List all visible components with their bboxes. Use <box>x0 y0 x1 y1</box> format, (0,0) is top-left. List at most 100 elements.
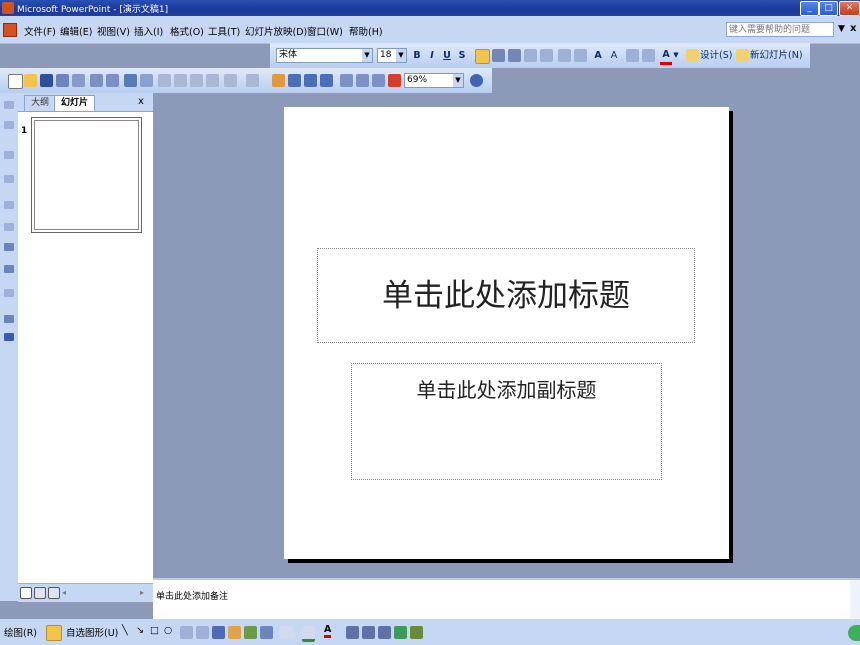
minimize-button[interactable]: _ <box>800 1 819 16</box>
close-document-button[interactable]: x <box>850 23 856 34</box>
dash-style-icon[interactable] <box>362 626 375 639</box>
numbered-list-icon[interactable] <box>558 49 571 62</box>
help-dropdown-icon[interactable]: ▼ <box>838 24 845 34</box>
color-grayscale-icon[interactable] <box>388 74 401 87</box>
document-icon[interactable] <box>3 23 17 37</box>
slide-sorter-icon[interactable] <box>34 587 46 599</box>
spelling-icon[interactable] <box>124 74 137 87</box>
line-color-icon[interactable] <box>302 626 315 642</box>
new-document-icon[interactable] <box>8 74 23 89</box>
zoom-select[interactable]: 69% ▼ <box>404 73 464 88</box>
powerpoint-app-icon[interactable] <box>2 2 14 14</box>
chevron-down-icon[interactable]: ▼ <box>672 48 680 63</box>
notes-placeholder[interactable]: 单击此处添加备注 <box>156 589 228 602</box>
slide-thumbnail[interactable] <box>31 117 142 233</box>
vertical-textbox-icon[interactable] <box>196 626 209 639</box>
slide-canvas[interactable]: 单击此处添加标题 单击此处添加副标题 <box>284 107 729 559</box>
arrow-style-icon[interactable] <box>378 626 391 639</box>
textbox-icon[interactable] <box>180 626 193 639</box>
collapse-icon[interactable] <box>4 201 14 209</box>
chevron-down-icon[interactable]: ▼ <box>453 74 463 87</box>
show-formatting-icon[interactable] <box>4 315 14 323</box>
normal-view-icon[interactable] <box>20 587 32 599</box>
expand-all-icon[interactable] <box>4 265 14 273</box>
wordart-icon[interactable] <box>212 626 225 639</box>
scroll-right-icon[interactable]: ▸ <box>140 585 144 600</box>
panel-close-button[interactable]: x <box>138 96 144 107</box>
subtitle-placeholder[interactable]: 单击此处添加副标题 <box>351 363 662 480</box>
line-icon[interactable]: ╲ <box>122 625 128 636</box>
summary-slide-icon[interactable] <box>4 289 14 297</box>
bold-button[interactable]: B <box>412 48 422 63</box>
fill-color-icon[interactable] <box>280 626 293 639</box>
move-down-icon[interactable] <box>4 175 14 183</box>
chevron-down-icon[interactable]: ▼ <box>396 49 406 62</box>
chevron-down-icon[interactable]: ▼ <box>362 49 372 62</box>
font-select[interactable]: 宋体 ▼ <box>276 48 373 63</box>
tables-borders-icon[interactable] <box>304 74 317 87</box>
help-search-input[interactable]: 键入需要帮助的问题 <box>726 22 834 37</box>
notes-pane[interactable]: 单击此处添加备注 <box>153 578 860 621</box>
select-objects-icon[interactable] <box>46 625 62 641</box>
oval-icon[interactable]: ○ <box>164 625 172 636</box>
menu-format[interactable]: 格式(O) <box>170 24 204 38</box>
move-up-icon[interactable] <box>4 151 14 159</box>
menu-slideshow[interactable]: 幻灯片放映(D) <box>245 24 307 38</box>
diagram-icon[interactable] <box>228 626 241 639</box>
arrow-icon[interactable]: ↘ <box>136 625 144 636</box>
hyperlink-icon[interactable] <box>320 74 333 87</box>
font-color-icon[interactable]: A <box>324 625 332 638</box>
toolbar-options-icon[interactable] <box>4 333 14 341</box>
expand-icon[interactable] <box>4 223 14 231</box>
clipart-icon[interactable] <box>244 626 257 639</box>
print-icon[interactable] <box>90 74 103 87</box>
email-icon[interactable] <box>72 74 85 87</box>
copy-icon[interactable] <box>174 74 187 87</box>
expand-all-icon[interactable] <box>340 74 353 87</box>
design-button[interactable]: 设计(S) <box>700 48 732 63</box>
italic-button[interactable]: I <box>427 48 437 63</box>
menu-window[interactable]: 窗口(W) <box>307 24 343 38</box>
font-color-icon[interactable]: A <box>660 47 672 65</box>
scroll-left-icon[interactable]: ◂ <box>62 585 66 600</box>
redo-icon[interactable] <box>246 74 259 87</box>
undo-icon[interactable] <box>224 74 237 87</box>
open-folder-icon[interactable] <box>24 74 37 87</box>
line-style-icon[interactable] <box>346 626 359 639</box>
title-placeholder[interactable]: 单击此处添加标题 <box>317 248 695 343</box>
cut-icon[interactable] <box>158 74 171 87</box>
research-icon[interactable] <box>140 74 153 87</box>
demote-icon[interactable] <box>4 121 14 129</box>
menu-edit[interactable]: 编辑(E) <box>60 24 92 38</box>
insert-picture-icon[interactable] <box>260 626 273 639</box>
collapse-all-icon[interactable] <box>4 243 14 251</box>
columns-icon[interactable] <box>540 49 553 62</box>
increase-font-icon[interactable]: A <box>592 48 604 63</box>
slideshow-view-icon[interactable] <box>48 587 60 599</box>
autoshapes-button[interactable]: 自选图形(U) <box>66 625 118 639</box>
promote-icon[interactable] <box>4 101 14 109</box>
insert-table-icon[interactable] <box>288 74 301 87</box>
menu-tools[interactable]: 工具(T) <box>208 24 240 38</box>
align-right-icon[interactable] <box>508 49 521 62</box>
insert-chart-icon[interactable] <box>272 74 285 87</box>
distribute-icon[interactable] <box>524 49 537 62</box>
paste-icon[interactable] <box>190 74 203 87</box>
menu-view[interactable]: 视图(V) <box>97 24 130 38</box>
save-icon[interactable] <box>40 74 53 87</box>
help-icon[interactable] <box>470 74 483 87</box>
font-size-select[interactable]: 18 ▼ <box>377 48 407 63</box>
align-left-icon[interactable] <box>475 49 490 64</box>
rectangle-icon[interactable]: □ <box>150 625 159 636</box>
grid-icon[interactable] <box>372 74 385 87</box>
menu-file[interactable]: 文件(F) <box>24 24 56 38</box>
tab-slides[interactable]: 幻灯片 <box>54 95 96 111</box>
show-formatting-icon[interactable] <box>356 74 369 87</box>
maximize-button[interactable]: □ <box>819 1 838 16</box>
increase-indent-icon[interactable] <box>642 49 655 62</box>
draw-menu-button[interactable]: 绘图(R) <box>4 625 37 639</box>
underline-button[interactable]: U <box>442 48 452 63</box>
notes-scrollbar[interactable] <box>850 580 860 621</box>
align-center-icon[interactable] <box>492 49 505 62</box>
bullet-list-icon[interactable] <box>574 49 587 62</box>
